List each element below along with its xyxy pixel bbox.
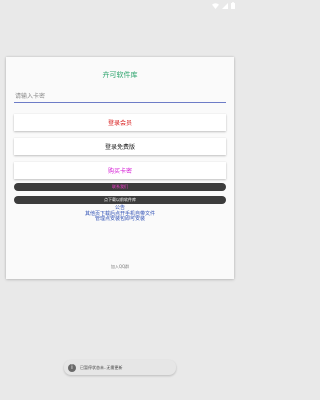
contact-button[interactable]: 联系我们 bbox=[14, 183, 226, 191]
old-library-download-button[interactable]: 点下载以前软件库 bbox=[14, 196, 226, 204]
signal-icon bbox=[222, 2, 228, 9]
toast-text: 已暂停状态未..无需更新 bbox=[80, 364, 123, 370]
join-qq-group-link[interactable]: 加入QQ群 bbox=[6, 264, 234, 270]
notice-text: 公告 其他页下载后点开手机自带文件 管理点安装包即可安装 bbox=[6, 205, 234, 223]
login-free-button[interactable]: 登录免费版 bbox=[14, 138, 226, 155]
app-title: 卉可软件库 bbox=[102, 71, 138, 79]
wifi-icon bbox=[212, 2, 219, 9]
login-card: 卉可软件库 登录会员 登录免费版 购买卡密 联系我们 点下载以前软件库 公告 其… bbox=[6, 57, 234, 279]
info-icon: i bbox=[68, 363, 76, 372]
toast: i 已暂停状态未..无需更新 bbox=[64, 360, 176, 375]
status-bar bbox=[0, 0, 240, 11]
login-member-button[interactable]: 登录会员 bbox=[14, 114, 226, 131]
card-key-input[interactable] bbox=[14, 90, 226, 103]
notice-line: 管理点安装包即可安装 bbox=[94, 216, 145, 223]
battery-icon bbox=[231, 2, 235, 9]
buy-key-button[interactable]: 购买卡密 bbox=[14, 162, 226, 179]
